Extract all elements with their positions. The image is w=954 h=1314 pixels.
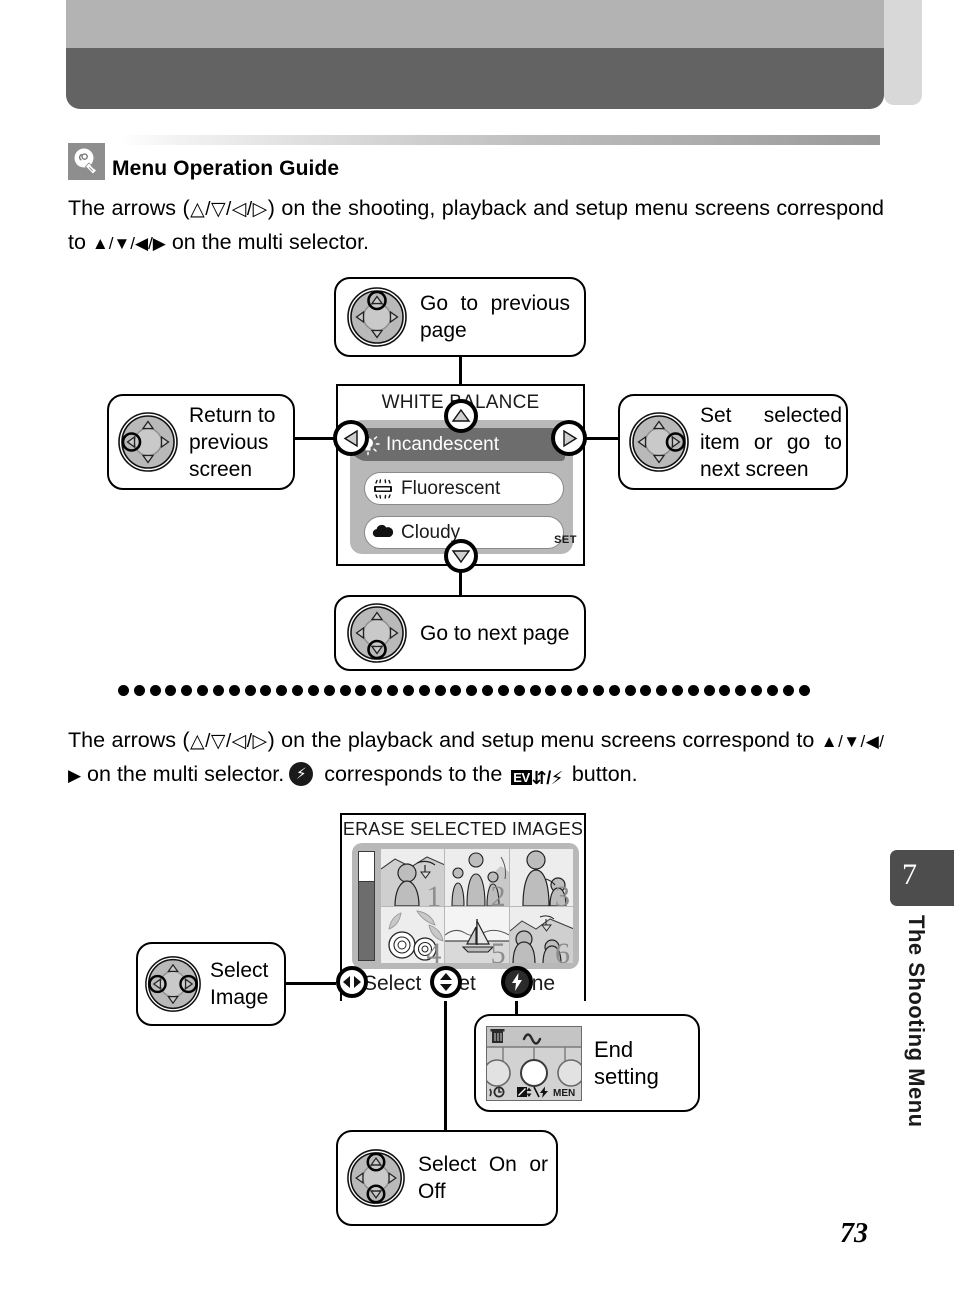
header-band-dark bbox=[66, 48, 884, 109]
para1-filled-arrows: ▲/▼/◀/▶ bbox=[91, 234, 166, 253]
thumbnail-5[interactable]: 5 bbox=[445, 906, 509, 964]
thumbnail-2[interactable]: 2 bbox=[445, 849, 509, 906]
connector-select-image bbox=[286, 982, 336, 985]
thumbnail-3[interactable]: 3 bbox=[509, 849, 573, 906]
thumbnail-2-number: 2 bbox=[490, 879, 506, 906]
callout-end-setting: MEN End setting bbox=[474, 1014, 700, 1112]
wb-option-fluorescent-label: Fluorescent bbox=[401, 477, 501, 499]
multi-selector-up-icon bbox=[346, 286, 408, 348]
page-title: Menu Operation Guide bbox=[112, 157, 340, 180]
para1-outline-arrows: △/▽/◁/▷ bbox=[189, 199, 268, 220]
wb-option-cloudy-label: Cloudy bbox=[401, 521, 461, 543]
multi-selector-left-icon bbox=[117, 411, 179, 473]
scrollbar-thumb[interactable] bbox=[359, 852, 374, 882]
camera-buttons-graphic: MEN bbox=[486, 1025, 582, 1101]
wb-down-arrow-badge[interactable] bbox=[444, 539, 478, 573]
erase-screen-title: ERASE SELECTED IMAGES bbox=[342, 819, 584, 839]
thumbnail-4[interactable]: 4 bbox=[381, 906, 445, 964]
thumbnail-1-number: 1 bbox=[426, 879, 442, 906]
multi-selector-right-icon bbox=[628, 411, 690, 473]
callout-set-selected-item: Set selected item or go to next screen bbox=[618, 394, 848, 490]
callout-return-previous-screen: Return to previous screen bbox=[107, 394, 295, 490]
trash-can-icon bbox=[490, 1028, 505, 1043]
callout-go-previous-page: Go to previous page bbox=[334, 277, 586, 357]
chapter-title-vertical: The Shooting Menu bbox=[904, 915, 929, 1128]
up-down-arrows-icon[interactable] bbox=[430, 966, 462, 998]
thumbnail-3-number: 3 bbox=[554, 879, 570, 906]
header-band-edge bbox=[884, 0, 922, 105]
fluorescent-tube-icon bbox=[365, 476, 401, 502]
para1-suffix: on the multi selector. bbox=[165, 230, 370, 254]
thumbnail-4-number: 4 bbox=[426, 937, 442, 964]
tip-gradient-bar bbox=[118, 135, 880, 145]
callout-end-setting-label: End setting bbox=[594, 1037, 659, 1089]
ev-flash-icon: EV ⇵/⚡ bbox=[511, 768, 563, 788]
white-balance-panel: Incandescent Fluorescent Cloudy bbox=[350, 420, 573, 554]
ev-box-label: EV bbox=[511, 770, 532, 785]
multi-selector-up-down-icon bbox=[346, 1148, 406, 1208]
multi-selector-down-icon bbox=[346, 602, 408, 664]
callout-select-image: Select Image bbox=[136, 942, 286, 1026]
page-header-bands bbox=[66, 0, 884, 109]
left-right-arrows-icon[interactable] bbox=[336, 966, 368, 998]
callout-go-next-page-label: Go to next page bbox=[420, 621, 570, 645]
connector-set-vertical bbox=[444, 996, 447, 1136]
page-number: 73 bbox=[840, 1218, 868, 1249]
erase-thumbnail-panel: 1 2 3 4 5 6 bbox=[352, 843, 579, 969]
flash-bolt-icon[interactable] bbox=[501, 966, 533, 998]
callout-set-selected-item-label: Set selected item or go to next screen bbox=[700, 403, 842, 481]
set-hint-label: SET bbox=[554, 534, 577, 546]
callout-select-on-or-off-label: Select On or Off bbox=[418, 1153, 548, 1203]
para2-prefix: The arrows ( bbox=[68, 728, 190, 752]
para2-suffix: button. bbox=[565, 762, 638, 786]
wb-left-arrow-badge[interactable] bbox=[333, 420, 369, 456]
flash-bolt-icon bbox=[289, 762, 314, 786]
chapter-tab: 7 bbox=[890, 850, 954, 906]
para2-flash-text: corresponds to the bbox=[318, 762, 509, 786]
wb-up-arrow-badge[interactable] bbox=[444, 399, 478, 433]
para2-outline-arrows: △/▽/◁/▷ bbox=[189, 731, 268, 752]
para2-after-arrows: on the multi selector. bbox=[81, 762, 285, 786]
scrollbar[interactable] bbox=[358, 851, 375, 961]
thumbnail-1[interactable]: 1 bbox=[381, 849, 445, 906]
cloud-icon bbox=[365, 520, 401, 546]
callout-go-previous-page-label: Go to previous page bbox=[420, 292, 570, 342]
header-band-light bbox=[66, 0, 884, 48]
wb-option-incandescent[interactable]: Incandescent bbox=[350, 428, 565, 461]
callout-return-previous-screen-label: Return to previous screen bbox=[189, 403, 276, 481]
thumbnail-6-number: 6 bbox=[554, 937, 570, 964]
intro-paragraph-playback: The arrows (△/▽/◁/▷) on the playback and… bbox=[68, 724, 884, 794]
callout-go-next-page: Go to next page bbox=[334, 595, 586, 671]
dotted-divider bbox=[118, 684, 810, 696]
para1-prefix: The arrows ( bbox=[68, 196, 190, 220]
callout-select-on-or-off: Select On or Off bbox=[336, 1130, 558, 1226]
lightbulb-icon bbox=[68, 143, 105, 180]
svg-text:MEN: MEN bbox=[553, 1088, 575, 1099]
thumbnail-grid: 1 2 3 4 5 6 bbox=[381, 849, 573, 963]
erase-hints-bar: Select Set Done bbox=[340, 968, 586, 1000]
multi-selector-left-right-icon bbox=[144, 955, 202, 1013]
callout-select-image-label: Select Image bbox=[210, 959, 269, 1009]
wb-right-arrow-badge[interactable] bbox=[551, 420, 587, 456]
connector-right bbox=[584, 437, 620, 440]
hint-select-label: Select bbox=[363, 972, 422, 995]
para2-mid: ) on the playback and setup menu screens… bbox=[267, 728, 821, 752]
hint-select: Select bbox=[362, 972, 421, 996]
chapter-tab-number: 7 bbox=[902, 858, 917, 891]
wb-option-incandescent-label: Incandescent bbox=[386, 433, 500, 455]
wb-option-fluorescent[interactable]: Fluorescent bbox=[364, 472, 564, 505]
intro-paragraph-shooting: The arrows (△/▽/◁/▷) on the shooting, pl… bbox=[68, 192, 884, 260]
thumbnail-5-number: 5 bbox=[490, 937, 506, 964]
thumbnail-6[interactable]: 6 bbox=[509, 906, 573, 964]
connector-left bbox=[294, 437, 336, 440]
